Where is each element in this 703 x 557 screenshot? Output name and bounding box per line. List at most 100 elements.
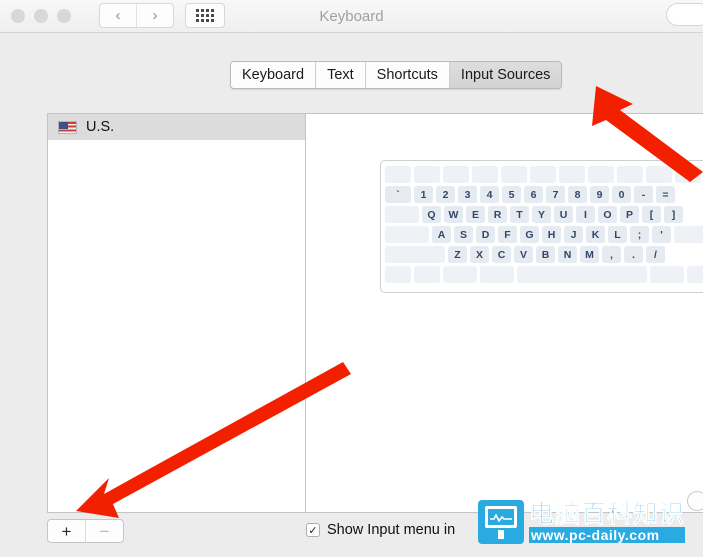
us-flag-icon bbox=[58, 120, 77, 134]
key-9: 9 bbox=[590, 186, 609, 203]
keyboard-row-qwerty: Q W E R T Y U I O P [ ] bbox=[385, 206, 703, 223]
key-equals: = bbox=[656, 186, 675, 203]
waveform-icon bbox=[490, 514, 512, 522]
key-u: U bbox=[554, 206, 573, 223]
search-input[interactable] bbox=[666, 3, 703, 26]
key-d: D bbox=[476, 226, 495, 243]
key-control bbox=[414, 266, 440, 283]
key-3: 3 bbox=[458, 186, 477, 203]
key-blank bbox=[617, 166, 643, 183]
key-option-left bbox=[443, 266, 477, 283]
key-blank bbox=[559, 166, 585, 183]
key-quote: ' bbox=[652, 226, 671, 243]
key-x: X bbox=[470, 246, 489, 263]
add-input-source-button[interactable]: + bbox=[48, 520, 86, 542]
key-2: 2 bbox=[436, 186, 455, 203]
key-blank bbox=[501, 166, 527, 183]
key-6: 6 bbox=[524, 186, 543, 203]
input-sources-list[interactable]: U.S. bbox=[47, 113, 305, 513]
key-w: W bbox=[444, 206, 463, 223]
key-0: 0 bbox=[612, 186, 631, 203]
show-input-menu-row[interactable]: ✓ Show Input menu in bbox=[306, 522, 455, 538]
keyboard-row-numbers: ` 1 2 3 4 5 6 7 8 9 0 - = bbox=[385, 186, 703, 203]
key-j: J bbox=[564, 226, 583, 243]
key-s: S bbox=[454, 226, 473, 243]
key-a: A bbox=[432, 226, 451, 243]
key-k: K bbox=[586, 226, 605, 243]
list-item[interactable]: U.S. bbox=[48, 114, 305, 140]
key-z: Z bbox=[448, 246, 467, 263]
key-comma: , bbox=[602, 246, 621, 263]
key-c: C bbox=[492, 246, 511, 263]
key-blank bbox=[385, 166, 411, 183]
key-slash: / bbox=[646, 246, 665, 263]
key-semicolon: ; bbox=[630, 226, 649, 243]
key-i: I bbox=[576, 206, 595, 223]
key-command-right bbox=[650, 266, 684, 283]
key-p: P bbox=[620, 206, 639, 223]
key-8: 8 bbox=[568, 186, 587, 203]
key-command-left bbox=[480, 266, 514, 283]
key-1: 1 bbox=[414, 186, 433, 203]
tab-bar: Keyboard Text Shortcuts Input Sources bbox=[230, 61, 563, 89]
key-y: Y bbox=[532, 206, 551, 223]
key-r: R bbox=[488, 206, 507, 223]
key-4: 4 bbox=[480, 186, 499, 203]
key-5: 5 bbox=[502, 186, 521, 203]
key-bracket-right: ] bbox=[664, 206, 683, 223]
keyboard-row-bottom-letters: Z X C V B N M , . / bbox=[385, 246, 703, 263]
key-h: H bbox=[542, 226, 561, 243]
watermark-text: 电脑百科知识 www.pc-daily.com bbox=[529, 499, 686, 544]
watermark-cn: 电脑百科知识 bbox=[529, 499, 686, 528]
key-fn bbox=[385, 266, 411, 283]
key-blank bbox=[414, 166, 440, 183]
key-blank bbox=[675, 166, 701, 183]
watermark-url: www.pc-daily.com bbox=[529, 527, 686, 544]
key-capslock bbox=[385, 226, 429, 243]
key-minus: - bbox=[634, 186, 653, 203]
key-blank bbox=[530, 166, 556, 183]
monitor-icon bbox=[478, 500, 524, 544]
key-m: M bbox=[580, 246, 599, 263]
key-blank bbox=[443, 166, 469, 183]
watermark: 电脑百科知识 www.pc-daily.com bbox=[478, 499, 686, 544]
key-v: V bbox=[514, 246, 533, 263]
window-titlebar: ‹ › Keyboard bbox=[0, 0, 703, 33]
key-n: N bbox=[558, 246, 577, 263]
keyboard-layout-preview: ` 1 2 3 4 5 6 7 8 9 0 - = Q W E R T Y U … bbox=[380, 160, 703, 293]
key-7: 7 bbox=[546, 186, 565, 203]
screen-root: ‹ › Keyboard Keyboard Text Shortcuts Inp… bbox=[0, 0, 703, 557]
key-q: Q bbox=[422, 206, 441, 223]
key-b: B bbox=[536, 246, 555, 263]
key-bracket-left: [ bbox=[642, 206, 661, 223]
key-o: O bbox=[598, 206, 617, 223]
keyboard-row-home: A S D F G H J K L ; ' bbox=[385, 226, 703, 243]
key-period: . bbox=[624, 246, 643, 263]
show-input-menu-label: Show Input menu in bbox=[327, 522, 456, 538]
key-tab bbox=[385, 206, 419, 223]
key-backtick: ` bbox=[385, 186, 411, 203]
tab-input-sources[interactable]: Input Sources bbox=[449, 62, 562, 88]
tab-keyboard[interactable]: Keyboard bbox=[231, 62, 317, 88]
key-l: L bbox=[608, 226, 627, 243]
remove-input-source-button[interactable]: − bbox=[86, 520, 123, 542]
keyboard-row-function bbox=[385, 166, 703, 183]
key-e: E bbox=[466, 206, 485, 223]
key-t: T bbox=[510, 206, 529, 223]
show-input-menu-checkbox[interactable]: ✓ bbox=[306, 523, 320, 537]
keyboard-row-modifiers bbox=[385, 266, 703, 283]
key-blank bbox=[472, 166, 498, 183]
page-title: Keyboard bbox=[319, 8, 384, 25]
help-button[interactable] bbox=[687, 491, 703, 511]
key-return bbox=[674, 226, 703, 243]
key-g: G bbox=[520, 226, 539, 243]
key-blank bbox=[588, 166, 614, 183]
key-blank bbox=[646, 166, 672, 183]
tab-shortcuts[interactable]: Shortcuts bbox=[365, 62, 450, 88]
list-item-label: U.S. bbox=[86, 119, 115, 135]
add-remove-buttons: + − bbox=[47, 519, 124, 543]
key-option-right bbox=[687, 266, 703, 283]
tab-text[interactable]: Text bbox=[316, 62, 366, 88]
key-f: F bbox=[498, 226, 517, 243]
key-shift-left bbox=[385, 246, 445, 263]
